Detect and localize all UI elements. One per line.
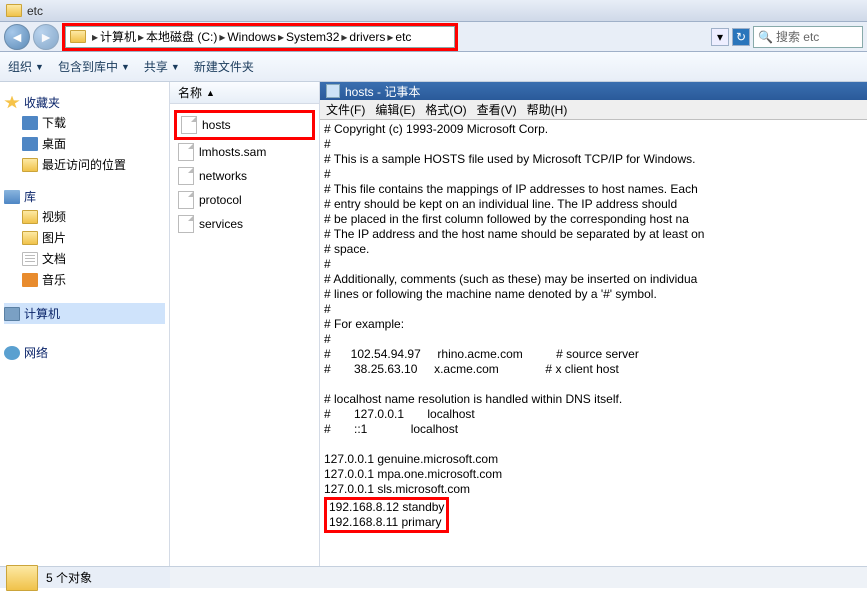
- chevron-down-icon: ▼: [35, 62, 44, 72]
- network-icon: [4, 346, 20, 360]
- new-folder-button[interactable]: 新建文件夹: [194, 58, 254, 75]
- breadcrumb[interactable]: System32: [286, 30, 339, 44]
- notepad-title: hosts - 记事本: [345, 83, 420, 100]
- search-icon: 🔍: [758, 30, 773, 44]
- video-icon: [22, 210, 38, 224]
- back-button[interactable]: ◄: [4, 24, 30, 50]
- file-services[interactable]: services: [174, 212, 315, 236]
- file-hosts[interactable]: hosts: [177, 113, 312, 137]
- nav-music[interactable]: 音乐: [4, 270, 165, 289]
- status-count: 5 个对象: [46, 569, 92, 586]
- breadcrumb[interactable]: 计算机: [100, 28, 136, 45]
- hosts-highlight: hosts: [174, 110, 315, 140]
- network-group[interactable]: 网络: [4, 344, 165, 361]
- search-placeholder: 搜索 etc: [776, 28, 819, 45]
- nav-pictures[interactable]: 图片: [4, 228, 165, 247]
- libraries-group[interactable]: 库: [4, 188, 165, 205]
- nav-documents[interactable]: 文档: [4, 249, 165, 268]
- music-icon: [22, 273, 38, 287]
- menu-edit[interactable]: 编辑(E): [375, 101, 415, 118]
- file-list-pane: 名称 ▲ hosts lmhosts.sam networks protocol…: [170, 82, 320, 566]
- folder-icon: [6, 565, 38, 591]
- folder-icon: [70, 30, 86, 43]
- nav-pane: 收藏夹 下载 桌面 最近访问的位置 库 视频 图片 文档 音乐 计算机 网络: [0, 82, 170, 566]
- file-protocol[interactable]: protocol: [174, 188, 315, 212]
- statusbar-detail: 5 个对象: [0, 566, 170, 588]
- hosts-new-entries-highlight: 192.168.8.12 standby 192.168.8.11 primar…: [324, 497, 449, 533]
- notepad-titlebar[interactable]: hosts - 记事本: [320, 82, 867, 100]
- notepad-menubar: 文件(F) 编辑(E) 格式(O) 查看(V) 帮助(H): [320, 100, 867, 120]
- chevron-right-icon[interactable]: ▸: [339, 30, 349, 44]
- address-bar[interactable]: ▸ 计算机 ▸ 本地磁盘 (C:) ▸ Windows ▸ System32 ▸…: [65, 26, 455, 48]
- file-icon: [178, 167, 194, 185]
- libraries-icon: [4, 190, 20, 204]
- notepad-icon: [326, 84, 340, 98]
- file-icon: [178, 143, 194, 161]
- nav-video[interactable]: 视频: [4, 207, 165, 226]
- chevron-right-icon[interactable]: ▸: [276, 30, 286, 44]
- star-icon: [4, 96, 20, 110]
- sort-asc-icon: ▲: [206, 88, 215, 98]
- nav-desktop[interactable]: 桌面: [4, 134, 165, 153]
- menu-file[interactable]: 文件(F): [326, 101, 365, 118]
- hosts-text-top: # Copyright (c) 1993-2009 Microsoft Corp…: [324, 122, 704, 496]
- chevron-right-icon[interactable]: ▸: [385, 30, 395, 44]
- breadcrumb[interactable]: etc: [395, 30, 411, 44]
- organize-menu[interactable]: 组织▼: [8, 58, 44, 75]
- file-icon: [181, 116, 197, 134]
- menu-view[interactable]: 查看(V): [477, 101, 517, 118]
- menu-format[interactable]: 格式(O): [425, 101, 466, 118]
- file-icon: [178, 215, 194, 233]
- chevron-right-icon[interactable]: ▸: [136, 30, 146, 44]
- favorites-group[interactable]: 收藏夹: [4, 94, 165, 111]
- chevron-down-icon: ▼: [121, 62, 130, 72]
- navbar: ◄ ► ▸ 计算机 ▸ 本地磁盘 (C:) ▸ Windows ▸ System…: [0, 22, 867, 52]
- nav-downloads[interactable]: 下载: [4, 113, 165, 132]
- column-header-name[interactable]: 名称 ▲: [170, 82, 319, 104]
- download-icon: [22, 116, 38, 130]
- file-networks[interactable]: networks: [174, 164, 315, 188]
- toolbar: 组织▼ 包含到库中▼ 共享▼ 新建文件夹: [0, 52, 867, 82]
- computer-icon: [4, 307, 20, 321]
- pictures-icon: [22, 231, 38, 245]
- file-lmhosts[interactable]: lmhosts.sam: [174, 140, 315, 164]
- documents-icon: [22, 252, 38, 266]
- hosts-new-entries: 192.168.8.12 standby 192.168.8.11 primar…: [329, 500, 444, 529]
- nav-recent[interactable]: 最近访问的位置: [4, 155, 165, 174]
- desktop-icon: [22, 137, 38, 151]
- forward-button[interactable]: ►: [33, 24, 59, 50]
- share-menu[interactable]: 共享▼: [144, 58, 180, 75]
- notepad-content[interactable]: # Copyright (c) 1993-2009 Microsoft Corp…: [320, 120, 867, 566]
- window-title: etc: [27, 4, 43, 18]
- chevron-down-icon: ▼: [171, 62, 180, 72]
- include-in-library[interactable]: 包含到库中▼: [58, 58, 130, 75]
- search-input[interactable]: 🔍 搜索 etc: [753, 26, 863, 48]
- refresh-button[interactable]: ↻: [732, 28, 750, 46]
- chevron-right-icon[interactable]: ▸: [217, 30, 227, 44]
- file-icon: [178, 191, 194, 209]
- address-highlight: ▸ 计算机 ▸ 本地磁盘 (C:) ▸ Windows ▸ System32 ▸…: [62, 23, 458, 51]
- explorer-titlebar: etc: [0, 0, 867, 22]
- breadcrumb[interactable]: 本地磁盘 (C:): [146, 28, 217, 45]
- notepad-window: hosts - 记事本 文件(F) 编辑(E) 格式(O) 查看(V) 帮助(H…: [320, 82, 867, 566]
- menu-help[interactable]: 帮助(H): [527, 101, 568, 118]
- chevron-right-icon[interactable]: ▸: [90, 30, 100, 44]
- breadcrumb[interactable]: drivers: [349, 30, 385, 44]
- address-dropdown[interactable]: ▾: [711, 28, 729, 46]
- breadcrumb[interactable]: Windows: [227, 30, 276, 44]
- computer-group[interactable]: 计算机: [4, 303, 165, 324]
- recent-icon: [22, 158, 38, 172]
- folder-icon: [6, 4, 22, 17]
